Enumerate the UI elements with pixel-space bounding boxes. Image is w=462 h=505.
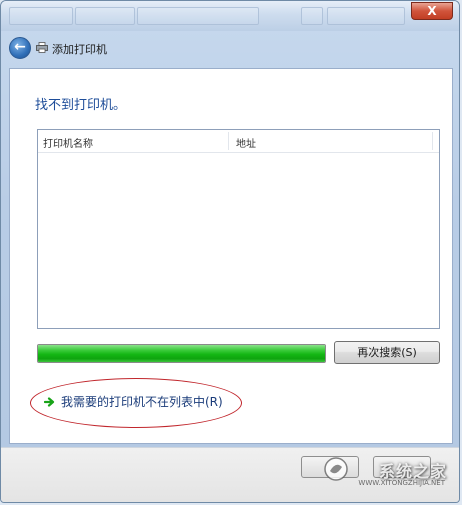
close-icon: X: [427, 4, 437, 18]
column-divider: [228, 132, 229, 150]
column-header-printer-name[interactable]: 打印机名称: [43, 135, 93, 150]
column-divider: [432, 132, 433, 150]
wizard-title: 添加打印机: [52, 43, 107, 56]
breadcrumb-segment: [75, 7, 135, 25]
printer-list[interactable]: 打印机名称 地址: [37, 129, 440, 329]
column-header-address[interactable]: 地址: [236, 135, 256, 150]
search-box[interactable]: [327, 7, 405, 25]
progress-fill: [38, 345, 325, 362]
breadcrumb-segment: [9, 7, 73, 25]
breadcrumb-segment: [301, 7, 323, 25]
back-button[interactable]: ←: [9, 37, 31, 59]
printer-icon: [36, 42, 48, 53]
page-heading: 找不到打印机。: [35, 98, 127, 113]
watermark-logo-icon: [324, 457, 348, 481]
title-bar: X: [1, 1, 459, 31]
navigation-bar: ← 添加打印机: [1, 31, 459, 65]
list-header: 打印机名称 地址: [38, 130, 439, 153]
add-printer-window: X ← 添加打印机 找不到打印机。 打印机名称 地址 再次搜索(S) 我需要的打…: [0, 0, 460, 503]
search-progress-bar: [37, 344, 326, 363]
search-again-button[interactable]: 再次搜索(S): [334, 341, 440, 364]
close-button[interactable]: X: [411, 2, 453, 20]
footer-bar: 系统之家 WWW.XITONGZHIJIA.NET: [1, 447, 459, 502]
breadcrumb-segment: [137, 7, 259, 25]
back-arrow-icon: ←: [14, 39, 26, 55]
annotation-oval: [30, 378, 242, 428]
wizard-content: 找不到打印机。 打印机名称 地址 再次搜索(S) 我需要的打印机不在列表中(R): [9, 68, 453, 444]
watermark-url: WWW.XITONGZHIJIA.NET: [358, 479, 445, 487]
